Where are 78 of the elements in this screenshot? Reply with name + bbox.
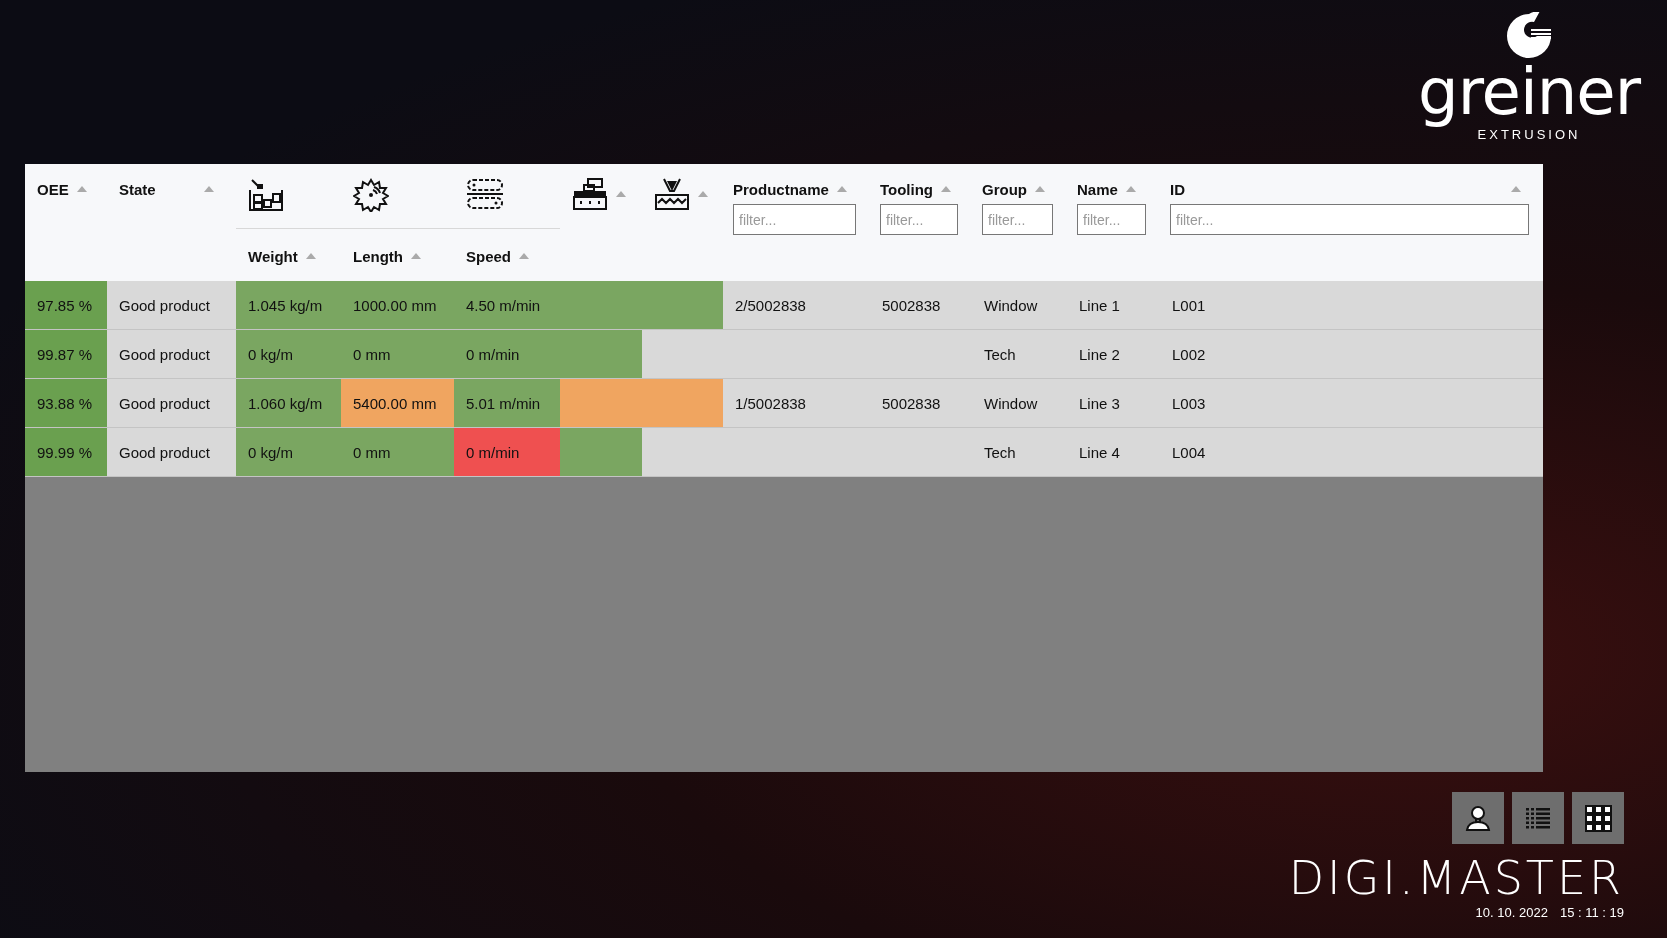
column-header[interactable]: ID (1170, 180, 1185, 198)
column-header[interactable]: Name (1077, 180, 1118, 198)
user-button[interactable] (1452, 792, 1504, 844)
column-header[interactable]: Group (982, 180, 1027, 198)
table-cell-text: Good product (118, 295, 211, 316)
table-cell: 0 mm (341, 428, 454, 476)
table-cell: 93.88 % (25, 379, 107, 427)
sort-icon[interactable] (519, 253, 529, 259)
filter-field[interactable]: filter... (880, 204, 958, 235)
table-cell: 1.060 kg/m (236, 379, 341, 427)
filter-field[interactable]: filter... (733, 204, 856, 235)
table-cell: 0 kg/m (236, 428, 341, 476)
grid-icon (1584, 804, 1612, 832)
grid-view-button[interactable] (1572, 792, 1624, 844)
table-cell: 4.50 m/min (454, 281, 560, 329)
table-cell: 5.01 m/min (454, 379, 560, 427)
table-cell: 1.045 kg/m (236, 281, 341, 329)
brand-wordmark: DIGI.MASTER (1288, 852, 1624, 905)
table-cell-text: 1/5002838 (734, 393, 807, 414)
table-cell-text: L002 (1171, 344, 1207, 365)
hopper-icon (654, 177, 690, 211)
filter-field[interactable]: filter... (982, 204, 1053, 235)
table-cell: 5400.00 mm (341, 379, 454, 427)
table-cell-text: Tech (983, 344, 1017, 365)
table-cell-text: Line 1 (1078, 295, 1121, 316)
crate-icon (248, 178, 284, 212)
table-cell-text: L003 (1171, 393, 1207, 414)
table-cell-text: 5002838 (881, 393, 942, 414)
filter-field[interactable]: filter... (1077, 204, 1146, 235)
column-header[interactable]: Weight (248, 247, 298, 265)
table-cell-text: Good product (118, 442, 211, 463)
sort-icon[interactable] (305, 253, 316, 259)
table-cell: 1000.00 mm (341, 281, 454, 329)
table-cell: 97.85 % (25, 281, 107, 329)
sort-icon[interactable] (1035, 186, 1045, 192)
sort-icon[interactable] (204, 186, 214, 192)
column-header[interactable]: OEE (37, 180, 69, 198)
sort-icon[interactable] (616, 191, 626, 197)
column-header[interactable]: Speed (466, 247, 511, 265)
table-cell: 0 mm (341, 330, 454, 378)
sort-icon[interactable] (76, 186, 87, 192)
table-cell: 0 kg/m (236, 330, 341, 378)
user-icon (1464, 804, 1492, 832)
logo-icon (1505, 12, 1553, 60)
date-text: 10. 10. 2022 (1475, 904, 1548, 920)
column-header[interactable]: Tooling (880, 180, 934, 198)
machine-icon (572, 177, 608, 211)
filter-field[interactable]: filter... (1170, 204, 1529, 235)
table-cell-text: 2/5002838 (734, 295, 807, 316)
table-cell-text: L001 (1171, 295, 1207, 316)
sort-icon[interactable] (941, 186, 952, 192)
sort-icon[interactable] (411, 253, 421, 259)
table-cell: 99.99 % (25, 428, 107, 476)
table-cell-text: L004 (1171, 442, 1207, 463)
table-cell-text: Good product (118, 393, 211, 414)
table-cell-text: Window (983, 393, 1039, 414)
column-header[interactable]: Length (353, 247, 403, 265)
sort-icon[interactable] (698, 191, 708, 197)
list-view-button[interactable] (1512, 792, 1564, 844)
sort-icon[interactable] (1511, 186, 1521, 192)
table-cell: 0 m/min (454, 330, 560, 378)
table-cell-text: Line 4 (1078, 442, 1121, 463)
sort-icon[interactable] (836, 186, 847, 192)
table-cell: 99.87 % (25, 330, 107, 378)
column-header[interactable]: Productname (733, 180, 829, 198)
table-cell-text: Tech (983, 442, 1017, 463)
table-cell: 0 m/min (454, 428, 560, 476)
table-cell-text: Window (983, 295, 1039, 316)
list-icon (1524, 806, 1552, 830)
table-cell-text: Line 3 (1078, 393, 1121, 414)
sort-icon[interactable] (1125, 186, 1136, 192)
table-cell-text: Line 2 (1078, 344, 1121, 365)
table-cell-text: 5002838 (881, 295, 942, 316)
time-text: 15 : 11 : 19 (1559, 904, 1624, 920)
column-header[interactable]: State (119, 180, 156, 198)
saw-blade-icon (353, 178, 389, 212)
conveyor-icon (466, 178, 504, 212)
table-cell-text: Good product (118, 344, 211, 365)
